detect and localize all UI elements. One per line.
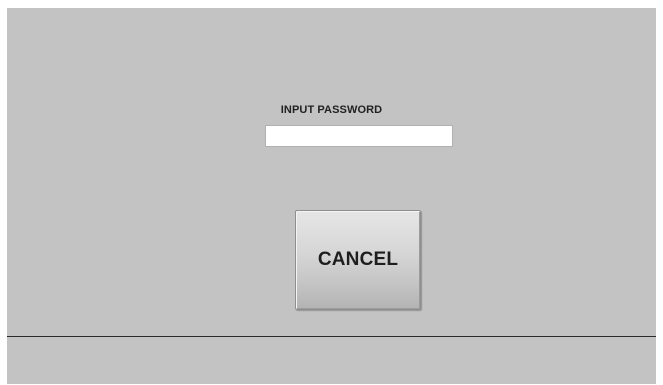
password-input[interactable] xyxy=(265,125,453,147)
cancel-button-label: CANCEL xyxy=(317,249,399,270)
status-bar xyxy=(7,337,656,384)
password-screen: INPUT PASSWORD CANCEL xyxy=(7,8,656,384)
cancel-button[interactable]: CANCEL xyxy=(295,210,421,310)
password-label: INPUT PASSWORD xyxy=(280,104,383,116)
